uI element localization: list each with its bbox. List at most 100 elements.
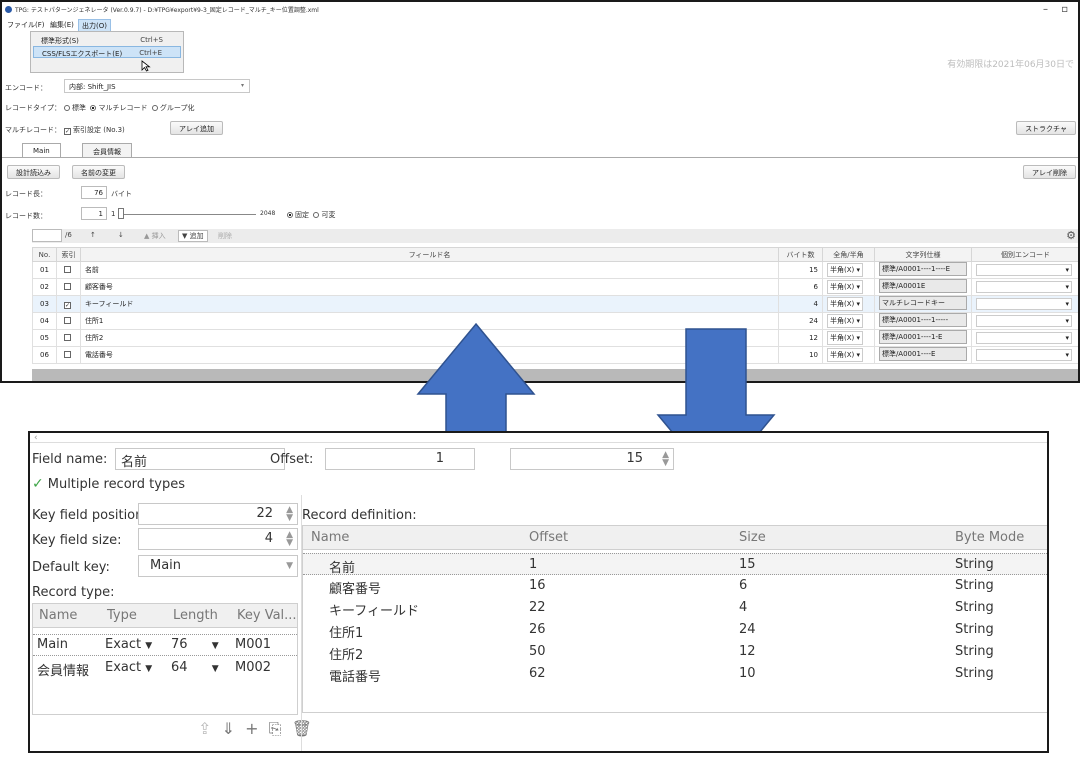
download-icon[interactable]: ⇓ bbox=[222, 719, 235, 738]
record-length-input[interactable]: 76 bbox=[81, 186, 107, 199]
byte-count-cell[interactable]: 24 bbox=[778, 312, 823, 330]
spinner-icon[interactable]: ▲ ▼ bbox=[286, 531, 293, 548]
table-row[interactable]: 会員情報 Exact ▼ 64 ▼ M002 bbox=[33, 658, 297, 680]
encode-select[interactable]: ▾ bbox=[970, 295, 1078, 313]
table-row[interactable]: 01 名前 15 半角(X) ▾ 標準/A0001----1----E ▾ bbox=[32, 261, 1078, 279]
record-type-length[interactable]: 76 ▼ bbox=[171, 637, 219, 652]
string-spec-cell[interactable]: 標準/A0001----E bbox=[873, 346, 972, 364]
maximize-icon[interactable]: ▫ bbox=[1061, 4, 1068, 15]
width-select[interactable]: 半角(X) ▾ bbox=[821, 329, 875, 347]
key-size-input[interactable]: 4 ▲ ▼ bbox=[138, 528, 298, 550]
table-row[interactable]: 06 電話番号 10 半角(X) ▾ 標準/A0001----E ▾ bbox=[32, 346, 1078, 364]
radio-grouping[interactable] bbox=[151, 105, 158, 111]
tab-member-info[interactable]: 会員情報 bbox=[82, 143, 132, 158]
table-row[interactable]: 名前 1 15 String bbox=[303, 553, 1047, 576]
index-checkbox[interactable] bbox=[55, 278, 81, 296]
size-input[interactable]: 15 ▲ ▼ bbox=[510, 448, 674, 470]
record-count-slider[interactable] bbox=[124, 214, 256, 215]
width-select[interactable]: 半角(X) ▾ bbox=[821, 312, 875, 330]
checkbox[interactable] bbox=[63, 266, 71, 273]
horizontal-scrollbar[interactable] bbox=[32, 369, 1078, 381]
offset-input[interactable]: 1 bbox=[325, 448, 475, 470]
string-spec-cell[interactable]: 標準/A0001----1-E bbox=[873, 329, 972, 347]
append-button[interactable]: ▼ 追加 bbox=[178, 230, 208, 242]
field-name-cell[interactable]: キーフィールド bbox=[79, 295, 780, 313]
radio-multi-record[interactable] bbox=[90, 105, 97, 111]
encode-select[interactable]: ▾ bbox=[970, 261, 1078, 279]
table-row[interactable]: 05 住所2 12 半角(X) ▾ 標準/A0001----1-E ▾ bbox=[32, 329, 1078, 347]
table-row[interactable]: キーフィールド 22 4 String bbox=[303, 597, 1047, 619]
move-down-button[interactable]: ↓ bbox=[118, 231, 124, 239]
encode-select[interactable]: ▾ bbox=[970, 329, 1078, 347]
radio-standard[interactable] bbox=[64, 105, 70, 111]
checkbox-checked[interactable]: ✓ bbox=[64, 128, 71, 135]
table-row[interactable]: 04 住所1 24 半角(X) ▾ 標準/A0001----1----- ▾ bbox=[32, 312, 1078, 330]
multiple-record-types-checkbox[interactable]: ✓ Multiple record types bbox=[32, 476, 185, 492]
record-count-input[interactable]: 1 bbox=[81, 207, 107, 220]
array-delete-button[interactable]: アレイ削除 bbox=[1023, 165, 1076, 179]
page-input[interactable] bbox=[32, 229, 62, 242]
table-row[interactable]: Main Exact ▼ 76 ▼ M001 bbox=[33, 634, 297, 656]
structure-button[interactable]: ストラクチャ bbox=[1016, 121, 1076, 135]
width-select[interactable]: 半角(X) ▾ bbox=[821, 346, 875, 364]
string-spec-cell[interactable]: 標準/A0001E bbox=[873, 278, 972, 296]
delete-button[interactable]: 削除 bbox=[218, 231, 232, 241]
index-setting-checkbox[interactable]: ✓ 索引設定 (No.3) bbox=[64, 125, 125, 135]
spinner-icon[interactable]: ▲ ▼ bbox=[286, 506, 293, 523]
width-select[interactable]: 半角(X) ▾ bbox=[821, 261, 875, 279]
design-load-button[interactable]: 設計読込み bbox=[7, 165, 60, 179]
width-select[interactable]: 半角(X) ▾ bbox=[821, 295, 875, 313]
index-checkbox[interactable] bbox=[55, 346, 81, 364]
field-name-input[interactable]: 名前 bbox=[115, 448, 285, 470]
menu-item-standard-format[interactable]: 標準形式(S) Ctrl+S bbox=[33, 34, 181, 46]
table-row[interactable]: 住所1 26 24 String bbox=[303, 619, 1047, 641]
index-checkbox[interactable]: ✓ bbox=[55, 295, 81, 313]
index-checkbox[interactable] bbox=[55, 312, 81, 330]
insert-button[interactable]: ▲ 挿入 bbox=[144, 231, 166, 241]
field-name-cell[interactable]: 名前 bbox=[79, 261, 780, 279]
add-icon[interactable]: + bbox=[245, 719, 258, 738]
table-row[interactable]: 02 顧客番号 6 半角(X) ▾ 標準/A0001E ▾ bbox=[32, 278, 1078, 296]
key-position-input[interactable]: 22 ▲ ▼ bbox=[138, 503, 298, 525]
encode-select[interactable]: 内部: Shift_JIS ▾ bbox=[64, 79, 250, 93]
record-type-type[interactable]: Exact ▼ bbox=[105, 637, 152, 652]
gear-icon[interactable]: ⚙ bbox=[1066, 229, 1076, 242]
chevron-left-icon[interactable]: ‹ bbox=[34, 433, 38, 443]
checkbox[interactable] bbox=[63, 334, 71, 341]
default-key-select[interactable]: Main ▼ bbox=[138, 555, 298, 577]
index-checkbox[interactable] bbox=[55, 261, 81, 279]
encode-select[interactable]: ▾ bbox=[970, 346, 1078, 364]
checkbox[interactable]: ✓ bbox=[63, 301, 71, 309]
width-select[interactable]: 半角(X) ▾ bbox=[821, 278, 875, 296]
string-spec-cell[interactable]: 標準/A0001----1----- bbox=[873, 312, 972, 330]
byte-count-cell[interactable]: 4 bbox=[778, 295, 823, 313]
byte-count-cell[interactable]: 15 bbox=[778, 261, 823, 279]
encode-select[interactable]: ▾ bbox=[970, 278, 1078, 296]
import-icon[interactable]: ⎘ bbox=[269, 719, 282, 738]
menu-edit[interactable]: 編集(E) bbox=[47, 19, 77, 31]
checkbox[interactable] bbox=[63, 351, 71, 358]
string-spec-cell[interactable]: マルチレコードキー bbox=[873, 295, 972, 313]
table-row[interactable]: 顧客番号 16 6 String bbox=[303, 575, 1047, 597]
table-row[interactable]: 住所2 50 12 String bbox=[303, 641, 1047, 663]
table-row[interactable]: 03 ✓ キーフィールド 4 半角(X) ▾ マルチレコードキー ▾ bbox=[32, 295, 1078, 313]
byte-count-cell[interactable]: 10 bbox=[778, 346, 823, 364]
record-type-length[interactable]: 64 ▼ bbox=[171, 660, 219, 675]
byte-count-cell[interactable]: 6 bbox=[778, 278, 823, 296]
menu-item-css-export[interactable]: CSS/FLSエクスポート(E) Ctrl+E bbox=[33, 46, 181, 58]
rename-button[interactable]: 名前の変更 bbox=[72, 165, 125, 179]
move-up-button[interactable]: ↑ bbox=[90, 231, 96, 239]
menu-file[interactable]: ファイル(F) bbox=[4, 19, 48, 31]
upload-icon[interactable]: ⇪ bbox=[198, 719, 211, 738]
spinner-icon[interactable]: ▲ ▼ bbox=[662, 451, 669, 468]
radio-variable[interactable] bbox=[313, 212, 320, 218]
string-spec-cell[interactable]: 標準/A0001----1----E bbox=[873, 261, 972, 279]
slider-handle[interactable] bbox=[118, 208, 124, 219]
tab-main[interactable]: Main bbox=[22, 143, 61, 158]
byte-count-cell[interactable]: 12 bbox=[778, 329, 823, 347]
field-name-cell[interactable]: 顧客番号 bbox=[79, 278, 780, 296]
array-add-button[interactable]: アレイ追加 bbox=[170, 121, 223, 135]
record-type-type[interactable]: Exact ▼ bbox=[105, 660, 152, 675]
radio-fixed[interactable] bbox=[287, 212, 293, 218]
index-checkbox[interactable] bbox=[55, 329, 81, 347]
